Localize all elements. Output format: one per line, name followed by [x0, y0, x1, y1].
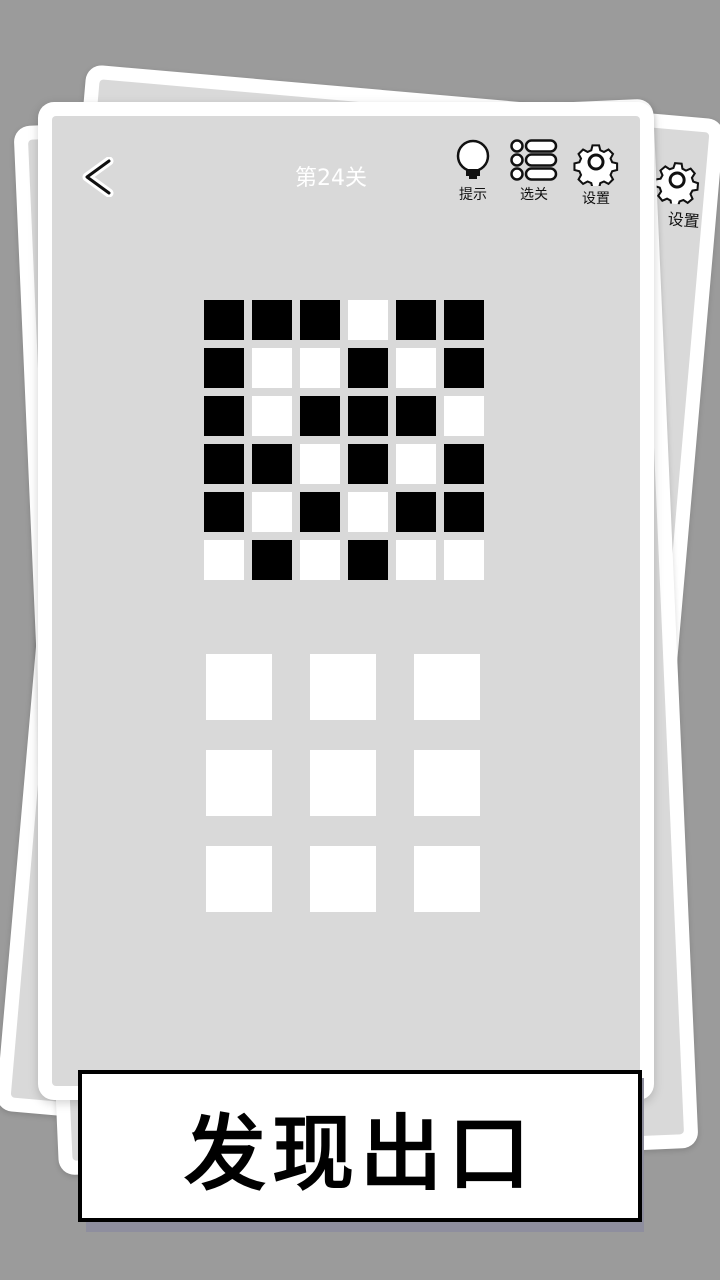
- answer-tile[interactable]: [310, 654, 376, 720]
- puzzle-cell: [348, 348, 388, 388]
- gear-icon: [653, 162, 700, 206]
- puzzle-cell: [300, 492, 340, 532]
- level-name-banner: 发现出口: [78, 1070, 642, 1222]
- answer-tile[interactable]: [310, 750, 376, 816]
- puzzle-cell: [396, 348, 436, 388]
- main-card-face: [52, 116, 640, 1086]
- answer-tile[interactable]: [206, 846, 272, 912]
- answer-tile[interactable]: [414, 750, 480, 816]
- puzzle-cell: [348, 540, 388, 580]
- puzzle-cell: [396, 492, 436, 532]
- puzzle-cell: [396, 396, 436, 436]
- puzzle-cell: [300, 444, 340, 484]
- puzzle-cell: [252, 492, 292, 532]
- answer-tile[interactable]: [206, 654, 272, 720]
- puzzle-cell: [348, 492, 388, 532]
- back-button[interactable]: [74, 152, 124, 202]
- settings-button[interactable]: 设置: [566, 138, 626, 218]
- level-select-button[interactable]: 选关: [504, 138, 564, 218]
- answer-tile[interactable]: [310, 846, 376, 912]
- puzzle-cell: [204, 348, 244, 388]
- level-select-label: 选关: [520, 187, 548, 203]
- puzzle-cell: [300, 348, 340, 388]
- puzzle-cell: [252, 300, 292, 340]
- answer-tile[interactable]: [414, 846, 480, 912]
- level-title: 第24关: [295, 166, 367, 191]
- puzzle-cell: [396, 300, 436, 340]
- puzzle-cell: [348, 300, 388, 340]
- gear-icon: [573, 144, 619, 186]
- hint-label: 提示: [459, 187, 487, 203]
- banner-text: 发现出口: [183, 1106, 536, 1202]
- answer-tile[interactable]: [414, 654, 480, 720]
- puzzle-cell: [252, 540, 292, 580]
- lightbulb-icon: [456, 139, 490, 179]
- settings-label: 设置: [582, 191, 610, 207]
- chevron-left-icon: [82, 157, 114, 197]
- puzzle-cell: [252, 348, 292, 388]
- main-card: 第24关 提示 选关 设置: [38, 102, 654, 1100]
- puzzle-cell: [300, 300, 340, 340]
- puzzle-cell: [444, 540, 484, 580]
- puzzle-cell: [396, 540, 436, 580]
- puzzle-cell: [252, 444, 292, 484]
- puzzle-cell: [396, 444, 436, 484]
- answer-choices: [206, 654, 480, 912]
- puzzle-cell: [348, 444, 388, 484]
- puzzle-grid: [204, 300, 484, 580]
- puzzle-cell: [300, 396, 340, 436]
- puzzle-cell: [300, 540, 340, 580]
- hint-button[interactable]: 提示: [443, 138, 503, 218]
- puzzle-cell: [348, 396, 388, 436]
- puzzle-cell: [444, 444, 484, 484]
- background-settings-label: 设置: [666, 209, 701, 232]
- puzzle-cell: [444, 348, 484, 388]
- answer-tile[interactable]: [206, 750, 272, 816]
- puzzle-cell: [204, 492, 244, 532]
- puzzle-cell: [444, 396, 484, 436]
- list-icon: [510, 139, 558, 181]
- puzzle-cell: [204, 300, 244, 340]
- puzzle-cell: [252, 396, 292, 436]
- puzzle-cell: [444, 492, 484, 532]
- puzzle-cell: [204, 540, 244, 580]
- puzzle-cell: [204, 444, 244, 484]
- puzzle-cell: [204, 396, 244, 436]
- puzzle-cell: [444, 300, 484, 340]
